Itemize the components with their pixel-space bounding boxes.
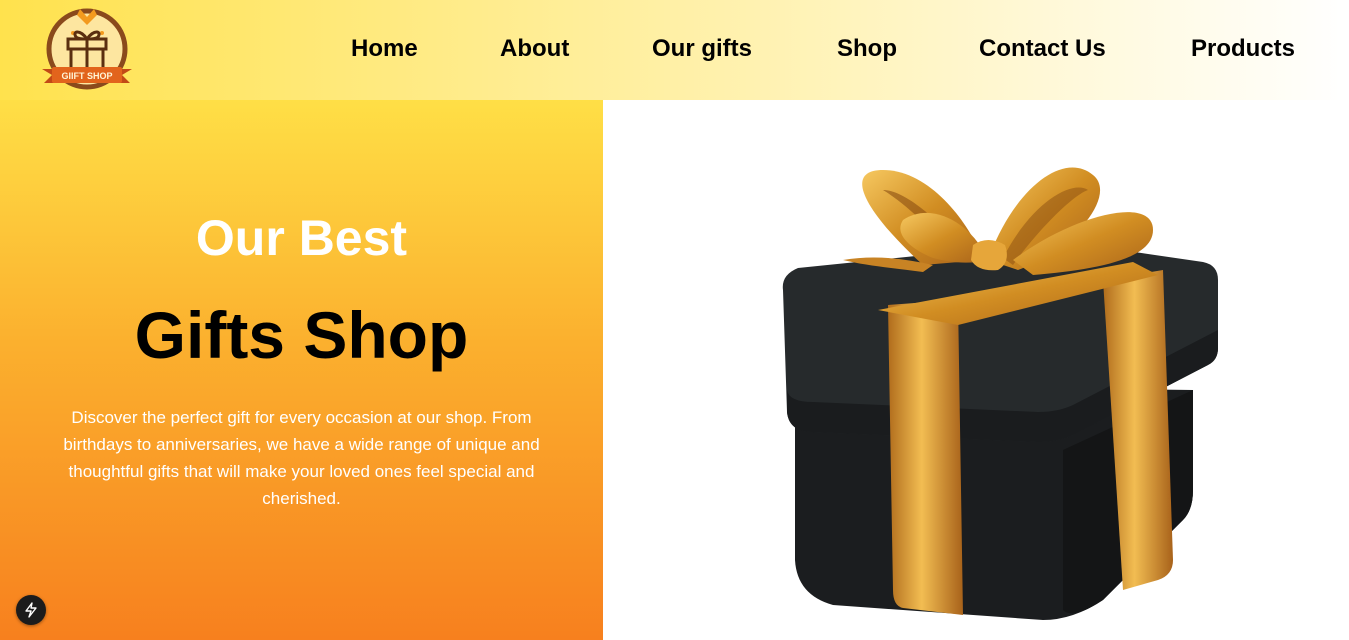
hero-text-panel: Our Best Gifts Shop Discover the perfect… [0,100,603,640]
hero-title: Gifts Shop [134,298,469,372]
nav-contact-link[interactable]: Contact Us [979,33,1106,65]
gift-shop-logo[interactable]: GIIFT SHOP [40,3,134,93]
logo-text: GIIFT SHOP [61,71,112,81]
hero-image-panel [603,100,1349,640]
hero-subtitle: Our Best [195,210,408,266]
nav-home-link[interactable]: Home [351,33,418,65]
gift-box-image [782,167,1218,620]
nav-about-link[interactable]: About [500,33,569,65]
navbar: GIIFT SHOP Home About Our gifts Shop Con… [0,0,1349,100]
lightning-bolt-icon [25,602,37,618]
nav-shop-link[interactable]: Shop [837,33,897,65]
hero-description: Discover the perfect gift for every occa… [63,408,540,508]
gift-box-icon: GIIFT SHOP [42,8,132,90]
nav-products-link[interactable]: Products [1191,33,1295,65]
lightning-bolt-button[interactable] [16,595,46,625]
nav-our-gifts-link[interactable]: Our gifts [652,33,752,65]
